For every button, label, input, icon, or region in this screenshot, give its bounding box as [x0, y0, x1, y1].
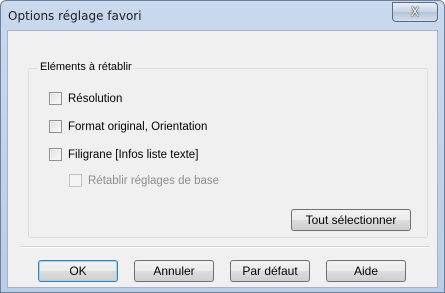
restore-items-group: Eléments à rétablir Résolution Format or…	[28, 61, 428, 238]
title-bar[interactable]: Options réglage favori X	[1, 1, 444, 31]
option-watermark[interactable]: Filigrane [Infos liste texte]	[49, 148, 198, 161]
window-title: Options réglage favori	[8, 9, 142, 23]
close-button[interactable]: X	[392, 2, 438, 22]
select-all-button[interactable]: Tout sélectionner	[291, 209, 411, 231]
resolution-label: Résolution	[68, 92, 123, 105]
watermark-checkbox[interactable]	[49, 148, 62, 161]
option-format-orientation[interactable]: Format original, Orientation	[49, 120, 207, 133]
option-resolution[interactable]: Résolution	[49, 92, 122, 105]
dialog-window: Options réglage favori X Eléments à réta…	[0, 0, 445, 293]
cancel-button[interactable]: Annuler	[134, 260, 214, 282]
footer-separator	[20, 246, 430, 248]
close-icon: X	[410, 5, 420, 19]
cancel-label: Annuler	[153, 264, 195, 278]
select-all-label: Tout sélectionner	[305, 213, 397, 227]
format-orientation-label: Format original, Orientation	[68, 120, 208, 133]
default-button[interactable]: Par défaut	[230, 260, 310, 282]
option-reset-base-settings: Rétablir réglages de base	[69, 174, 219, 187]
help-button[interactable]: Aide	[326, 260, 406, 282]
reset-base-settings-label: Rétablir réglages de base	[88, 174, 220, 187]
ok-label: OK	[69, 264, 87, 278]
resolution-checkbox[interactable]	[49, 92, 62, 105]
format-orientation-checkbox[interactable]	[49, 120, 62, 133]
help-label: Aide	[353, 264, 379, 278]
group-legend: Eléments à rétablir	[37, 61, 135, 73]
ok-button[interactable]: OK	[38, 260, 118, 282]
default-label: Par défaut	[242, 264, 298, 278]
dialog-client-area: Eléments à rétablir Résolution Format or…	[7, 30, 438, 288]
reset-base-settings-checkbox	[69, 174, 82, 187]
watermark-label: Filigrane [Infos liste texte]	[68, 148, 199, 161]
